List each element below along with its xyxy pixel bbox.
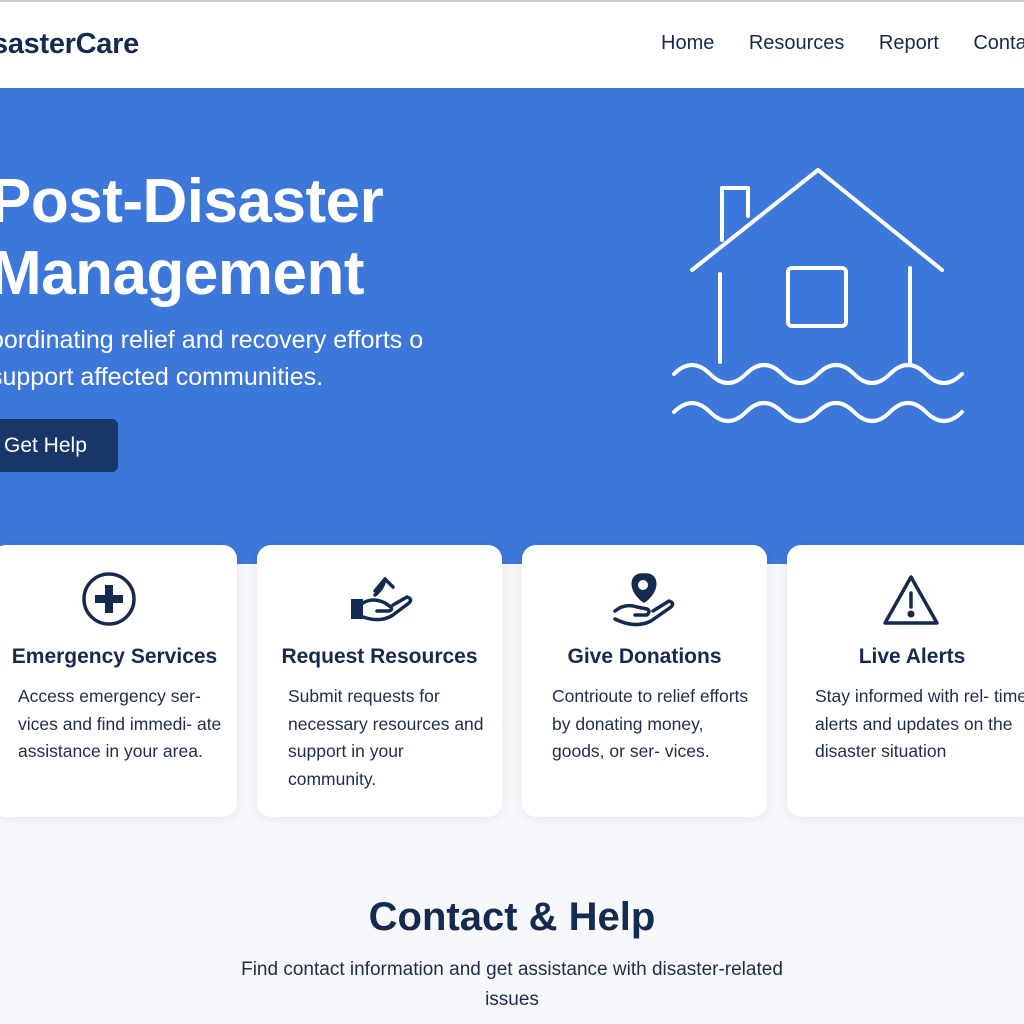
heart-hand-icon — [613, 573, 675, 627]
get-help-button[interactable]: Get Help — [0, 419, 118, 472]
medical-cross-icon — [82, 572, 136, 626]
card-emergency-services[interactable]: Emergency Services Access emergency ser-… — [0, 545, 237, 817]
card-description: Access emergency ser- vices and find imm… — [18, 686, 222, 761]
hand-receive-icon — [351, 577, 413, 622]
nav-resources[interactable]: Resources — [749, 32, 845, 55]
card-title: Request Resources — [281, 645, 478, 668]
card-give-donations[interactable]: Give Donations Contrioute to relief effo… — [522, 545, 767, 817]
card-title: Emergency Services — [11, 645, 218, 668]
contact-title: Contact & Help — [368, 895, 656, 939]
contact-description: Find contact information and get assista… — [241, 959, 783, 1010]
nav-report[interactable]: Report — [879, 32, 939, 55]
main-nav: Home Resources Report Conta — [661, 32, 1024, 55]
card-description: Contrioute to relief efforts by donating… — [552, 686, 749, 761]
hero-title: Post-Disaster Management — [0, 167, 384, 308]
warning-triangle-icon — [883, 575, 939, 625]
card-title: Live Alerts — [858, 645, 966, 668]
site-logo[interactable]: sasterCare — [0, 28, 139, 61]
hero-subtitle: oordinating relief and recovery efforts … — [0, 326, 424, 391]
flooded-house-icon — [672, 168, 964, 423]
card-description: Stay informed with rel- time alerts and … — [815, 686, 1024, 761]
card-live-alerts[interactable]: Live Alerts Stay informed with rel- time… — [787, 545, 1024, 817]
card-title: Give Donations — [567, 645, 722, 668]
card-request-resources[interactable]: Request Resources Submit requests for ne… — [257, 545, 502, 817]
nav-contact[interactable]: Conta — [973, 32, 1024, 55]
nav-home[interactable]: Home — [661, 32, 714, 55]
site-header: sasterCare Home Resources Report Conta — [0, 2, 1024, 88]
card-description: Submit requests for necessary resources … — [288, 686, 484, 789]
